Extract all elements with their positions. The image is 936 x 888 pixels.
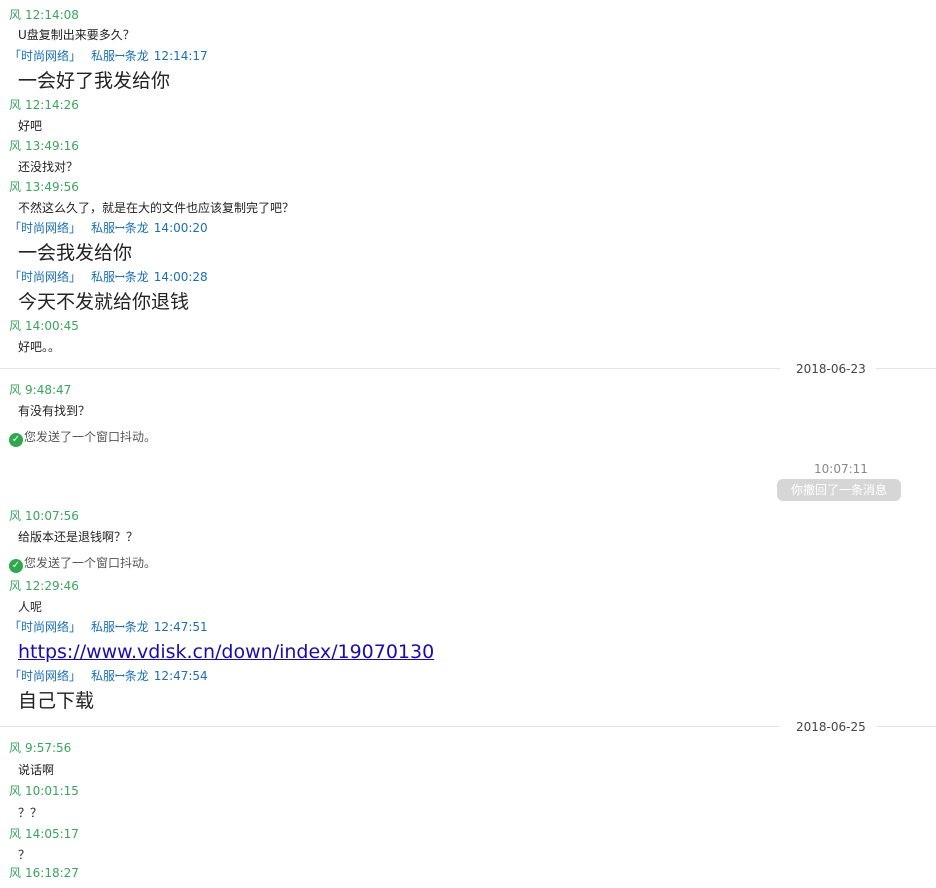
sender-name: 风 [9,139,22,153]
message-text: 一会我发给你 [18,242,133,264]
message-header: 风 16:18:27 [9,866,79,880]
date-separator: 2018-06-23 [796,362,866,376]
check-icon: ✓ [9,559,23,573]
sender-name: 风 [9,180,22,194]
message-header: 「时尚网络」 私服ꟷ条龙 14:00:28 [9,270,208,284]
sender-name: 风 [9,741,22,755]
message-header: 风 14:00:45 [9,319,79,333]
message-header: 风 13:49:16 [9,139,79,153]
sender-name: 风 [9,509,22,523]
message-header: 风 12:29:46 [9,579,79,593]
message-text: ？ [18,848,31,862]
message-text: 给版本还是退钱啊？？ [18,530,139,544]
date-separator: 2018-06-25 [796,720,866,734]
message-text: ？？ [18,806,43,820]
date-divider-line [0,726,780,727]
message-time: 14:00:28 [153,270,208,284]
message-time: 12:14:17 [153,49,208,63]
message-header: 「时尚网络」 私服ꟷ条龙 12:47:51 [9,620,208,634]
message-time: 14:00:20 [153,221,208,235]
sender-name: 风 [9,579,22,593]
sender-name: 风 [9,98,22,112]
sender-name: 风 [9,319,22,333]
message-header: 风 10:07:56 [9,509,79,523]
message-header: 风 14:05:17 [9,827,79,841]
sender-group: 「时尚网络」 [9,49,82,63]
sender-name: 风 [9,8,22,22]
message-text: 还没找对？ [18,160,79,174]
message-text: U盘复制出来要多久？ [18,28,135,42]
message-header: 「时尚网络」 私服ꟷ条龙 12:14:17 [9,49,208,63]
message-time: 16:18:27 [25,866,79,880]
message-text: 有没有找到？ [18,404,91,418]
message-text: 好吧 [18,119,43,133]
message-link[interactable]: https://www.vdisk.cn/down/index/19070130 [18,640,434,664]
sender-name: 私服ꟷ条龙 [91,669,149,683]
message-time: 9:48:47 [25,383,72,397]
message-time: 12:14:08 [25,8,79,22]
message-time: 10:01:15 [25,784,79,798]
check-icon: ✓ [9,433,23,447]
message-text: 好吧。。 [18,340,61,354]
recall-notice: 你撤回了一条消息 [777,479,901,501]
sender-name: 风 [9,383,22,397]
sender-name: 私服ꟷ条龙 [91,620,149,634]
shake-notice-text: 您发送了一个窗口抖动。 [24,556,157,570]
message-text: 自己下载 [18,690,95,712]
message-header: 「时尚网络」 私服ꟷ条龙 12:47:54 [9,669,208,683]
message-text: 一会好了我发给你 [18,70,171,92]
message-header: 风 13:49:56 [9,180,79,194]
system-notice: ✓ 您发送了一个窗口抖动。 [9,430,156,447]
date-divider-line [0,368,780,369]
sender-group: 「时尚网络」 [9,270,82,284]
date-divider-line [876,726,936,727]
message-time: 13:49:56 [25,180,79,194]
sender-group: 「时尚网络」 [9,221,82,235]
sender-group: 「时尚网络」 [9,620,82,634]
message-header: 风 9:48:47 [9,383,71,397]
message-time: 9:57:56 [25,741,72,755]
message-text: 不然这么久了，就是在大的文件也应该复制完了吧？ [18,201,295,215]
message-time: 14:00:45 [25,319,79,333]
message-time: 13:49:16 [25,139,79,153]
message-header: 风 12:14:26 [9,98,79,112]
message-text: 说话啊 [18,763,55,777]
sender-name: 私服ꟷ条龙 [91,221,149,235]
date-divider-line [876,368,936,369]
message-header: 风 10:01:15 [9,784,79,798]
sender-name: 私服ꟷ条龙 [91,49,149,63]
message-time: 10:07:56 [25,509,79,523]
system-notice: ✓ 您发送了一个窗口抖动。 [9,556,156,573]
sender-name: 风 [9,866,22,880]
message-text: 今天不发就给你退钱 [18,291,190,313]
message-time: 10:07:11 [814,462,868,476]
sender-name: 风 [9,827,22,841]
message-time: 12:14:26 [25,98,79,112]
message-time: 12:29:46 [25,579,79,593]
sender-name: 私服ꟷ条龙 [91,270,149,284]
message-time: 14:05:17 [25,827,79,841]
sender-group: 「时尚网络」 [9,669,82,683]
message-header: 风 9:57:56 [9,741,71,755]
message-header: 「时尚网络」 私服ꟷ条龙 14:00:20 [9,221,208,235]
message-time: 12:47:54 [153,669,208,683]
sender-name: 风 [9,784,22,798]
shake-notice-text: 您发送了一个窗口抖动。 [24,430,157,444]
message-time: 12:47:51 [153,620,208,634]
message-header: 风 12:14:08 [9,8,79,22]
message-text: 人呢 [18,600,43,614]
